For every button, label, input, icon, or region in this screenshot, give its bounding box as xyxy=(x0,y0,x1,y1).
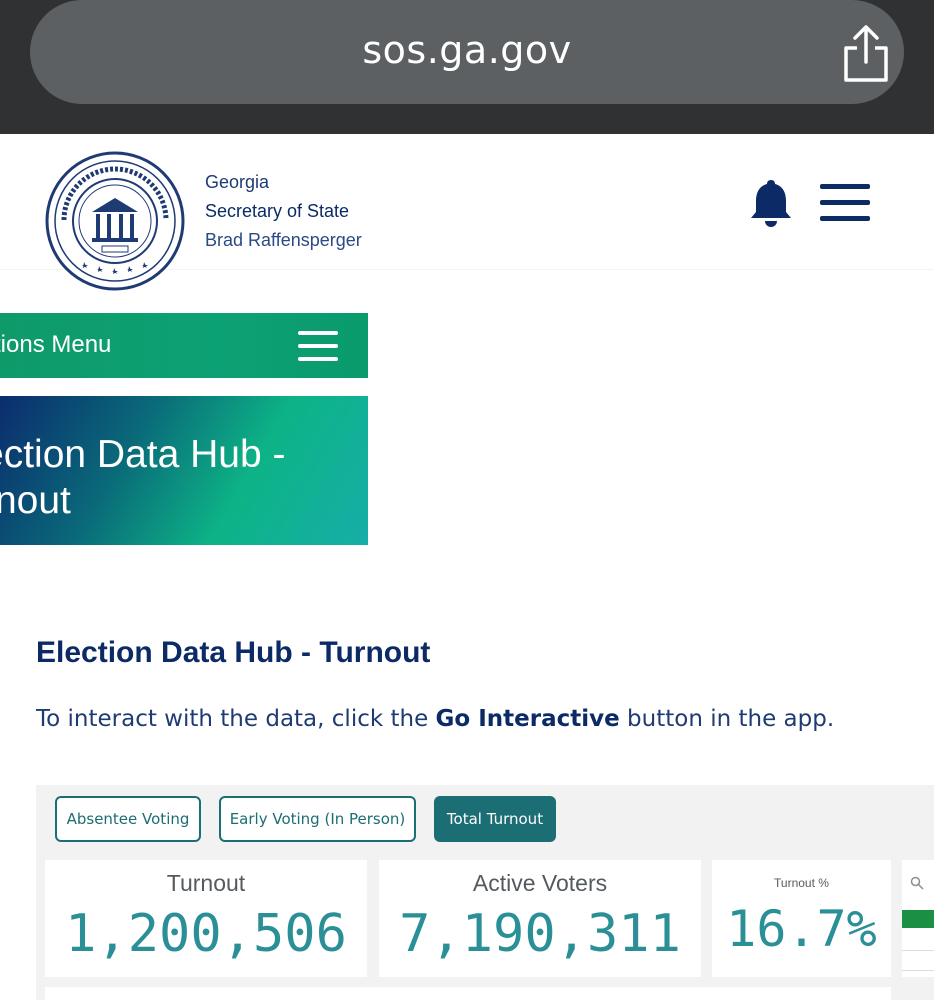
turnout-card: Turnout 1,200,506 xyxy=(45,860,367,977)
tab-total-turnout[interactable]: Total Turnout xyxy=(434,796,556,842)
filter-panel[interactable] xyxy=(902,860,934,977)
tab-absentee-voting[interactable]: Absentee Voting xyxy=(55,796,201,842)
hero-banner: ection Data Hub - rnout xyxy=(0,396,368,545)
share-icon[interactable] xyxy=(838,24,894,84)
url-text[interactable]: sos.ga.gov xyxy=(30,28,904,72)
browser-toolbar: sos.ga.gov xyxy=(0,0,934,134)
brand-office: Secretary of State xyxy=(205,201,350,221)
turnout-percent-value: 16.7% xyxy=(726,900,877,958)
turnout-value: 1,200,506 xyxy=(65,904,347,964)
filter-bar xyxy=(902,910,934,928)
intro-after: button in the app. xyxy=(619,706,835,732)
divider xyxy=(902,950,934,951)
search-icon[interactable] xyxy=(910,876,924,890)
active-voters-label: Active Voters xyxy=(472,870,608,896)
active-voters-card: Active Voters 7,190,311 xyxy=(379,860,701,977)
georgia-seal-logo[interactable] xyxy=(44,150,186,292)
brand-official: Brad Raffensperger xyxy=(205,230,362,250)
page-title: Election Data Hub - Turnout xyxy=(36,636,431,669)
tab-early-voting[interactable]: Early Voting (In Person) xyxy=(219,796,416,842)
divider xyxy=(902,970,934,971)
hamburger-menu-icon[interactable] xyxy=(298,331,338,361)
site-brand[interactable]: Georgia Secretary of State Brad Raffensp… xyxy=(205,168,362,255)
turnout-app: Absentee Voting Early Voting (In Person)… xyxy=(36,785,934,1000)
active-voters-value: 7,190,311 xyxy=(399,904,681,964)
elections-menu-label: tions Menu xyxy=(0,331,112,358)
brand-state: Georgia xyxy=(205,172,270,192)
hero-title: ection Data Hub - rnout xyxy=(0,432,286,524)
turnout-percent-card: Turnout % 16.7% xyxy=(712,860,891,977)
hero-title-line1: ection Data Hub - xyxy=(0,433,286,476)
turnout-percent-label: Turnout % xyxy=(774,876,829,890)
hamburger-menu-icon[interactable] xyxy=(820,184,870,222)
address-bar[interactable]: sos.ga.gov xyxy=(30,0,904,104)
hero-title-line2: rnout xyxy=(0,479,71,522)
go-interactive-text: Go Interactive xyxy=(435,706,620,732)
bell-icon[interactable] xyxy=(748,178,794,230)
turnout-label: Turnout xyxy=(166,870,246,896)
intro-text: To interact with the data, click the Go … xyxy=(36,706,834,732)
intro-before: To interact with the data, click the xyxy=(36,706,436,732)
elections-menu-bar[interactable]: tions Menu xyxy=(0,313,368,378)
lower-panel xyxy=(45,987,891,1000)
